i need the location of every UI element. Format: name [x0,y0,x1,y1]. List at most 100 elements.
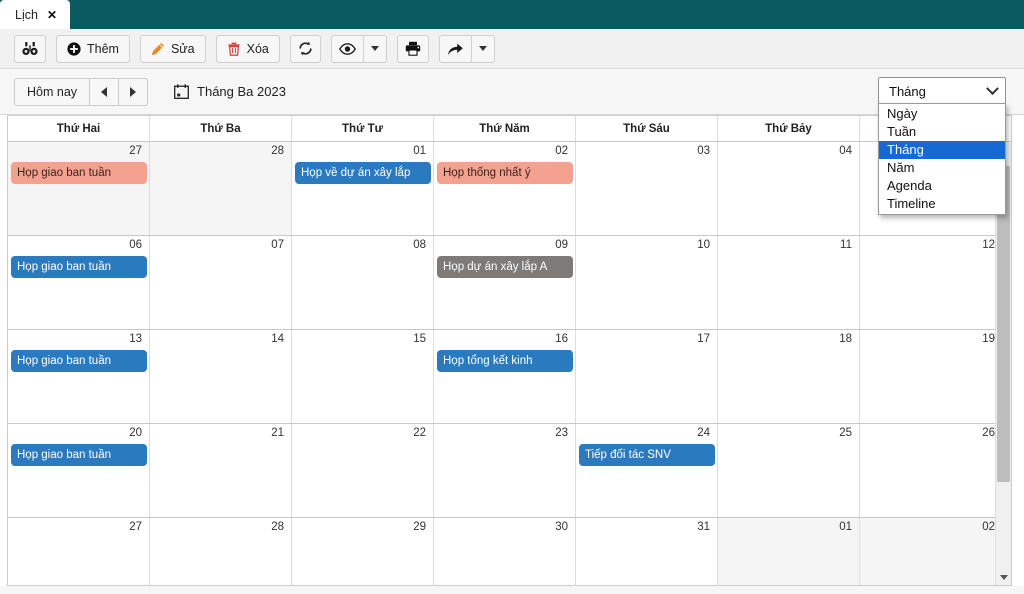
pencil-icon [151,42,165,56]
previous-period-button[interactable] [89,77,119,106]
day-cell[interactable]: 22 [292,424,434,517]
day-cell[interactable]: 25 [718,424,860,517]
day-cell[interactable]: 14 [150,330,292,423]
day-cell[interactable]: 21 [150,424,292,517]
calendar-event[interactable]: Họp giao ban tuần [11,256,147,278]
day-cell[interactable]: 19 [860,330,1002,423]
day-cell[interactable]: 29 [292,518,434,585]
print-button[interactable] [396,34,429,63]
view-option-tuần[interactable]: Tuần [879,123,1005,141]
day-number: 15 [413,333,426,345]
day-cell[interactable]: 30 [434,518,576,585]
search-button[interactable] [14,34,46,63]
view-option-ngày[interactable]: Ngày [879,105,1005,123]
calendar-event[interactable]: Họp dự án xây lắp A [437,256,573,278]
tab-lich[interactable]: Lịch ✕ [0,0,70,29]
day-number: 29 [413,521,426,533]
calendar-event[interactable]: Họp tổng kết kinh [437,350,573,372]
day-cell[interactable]: 17 [576,330,718,423]
close-icon[interactable]: ✕ [47,9,57,21]
today-button[interactable]: Hôm nay [14,77,90,106]
export-dropdown-button[interactable] [470,34,495,63]
day-number: 02 [982,521,995,533]
calendar-application: Lịch ✕ Thêm Sửa Xóa Hôm nay Tháng Ba 202… [0,0,1024,594]
day-cell[interactable]: 12 [860,236,1002,329]
day-number: 17 [697,333,710,345]
refresh-button[interactable] [289,34,321,63]
day-number: 07 [271,239,284,251]
view-option-năm[interactable]: Năm [879,159,1005,177]
calendar-navigation-bar: Hôm nay Tháng Ba 2023 Tháng Ngày Tuần Th… [0,69,1024,215]
day-cell[interactable]: 31 [576,518,718,585]
day-cell[interactable]: 08 [292,236,434,329]
calendar-event[interactable]: Tiếp đối tác SNV [579,444,715,466]
day-cell[interactable]: 16 Họp tổng kết kinh [434,330,576,423]
day-number: 18 [839,333,852,345]
caret-down-icon [370,46,379,51]
calendar-event[interactable]: Họp thống nhất ý [437,162,573,184]
chevron-right-icon [130,86,137,97]
delete-button-label: Xóa [246,41,269,56]
day-cell[interactable]: 04 [718,142,860,235]
add-button[interactable]: Thêm [56,34,130,63]
day-number: 22 [413,427,426,439]
edit-button[interactable]: Sửa [139,34,206,63]
day-cell[interactable]: 18 [718,330,860,423]
add-button-label: Thêm [87,41,119,56]
day-number: 02 [555,145,568,157]
day-cell[interactable]: 20 Họp giao ban tuần [8,424,150,517]
day-cell[interactable]: 23 [434,424,576,517]
tab-label: Lịch [15,7,38,22]
refresh-icon [298,41,313,56]
day-number: 01 [413,145,426,157]
next-period-button[interactable] [118,77,149,106]
caret-down-icon [999,574,1008,580]
view-dropdown-button[interactable] [362,34,387,63]
calendar-week-row: 20 Họp giao ban tuần 21 22 23 24 Tiếp đối tác … [8,424,1011,518]
view-button[interactable] [330,34,363,63]
weekday-header: Thứ Tư [292,116,434,141]
day-number: 26 [982,427,995,439]
calendar-event[interactable]: Họp về dự án xây lắp [295,162,431,184]
day-number: 21 [271,427,284,439]
view-mode-select[interactable]: Tháng [878,77,1006,105]
day-cell[interactable]: 01 Họp về dự án xây lắp [292,142,434,235]
scroll-down-button[interactable] [996,569,1011,585]
day-cell[interactable]: 09 Họp dự án xây lắp A [434,236,576,329]
calendar-grid: Thứ Hai Thứ Ba Thứ Tư Thứ Năm Thứ Sáu Thứ Bảy… [7,115,1012,586]
day-cell[interactable]: 06 Họp giao ban tuần [8,236,150,329]
day-cell[interactable]: 15 [292,330,434,423]
day-cell[interactable]: 01 [718,518,860,585]
view-option-tháng[interactable]: Tháng [879,141,1005,159]
caret-down-icon [478,46,487,51]
view-mode-dropdown-list[interactable]: Ngày Tuần Tháng Năm Agenda Timeline [878,103,1006,215]
calendar-icon [174,84,189,99]
day-cell[interactable]: 10 [576,236,718,329]
day-cell[interactable]: 02 [860,518,1002,585]
calendar-event[interactable]: Họp giao ban tuần [11,444,147,466]
calendar-week-row: 13 Họp giao ban tuần 14 15 16 Họp tổng kết ki… [8,330,1011,424]
view-option-timeline[interactable]: Timeline [879,195,1005,213]
day-cell[interactable]: 24 Tiếp đối tác SNV [576,424,718,517]
calendar-event[interactable]: Họp giao ban tuần [11,350,147,372]
day-number: 27 [129,521,142,533]
day-cell[interactable]: 27 [8,518,150,585]
day-cell[interactable]: 13 Họp giao ban tuần [8,330,150,423]
day-number: 14 [271,333,284,345]
day-cell[interactable]: 07 [150,236,292,329]
weekday-header-row: Thứ Hai Thứ Ba Thứ Tư Thứ Năm Thứ Sáu Thứ Bảy… [8,116,1011,142]
eye-icon [338,42,356,55]
day-cell[interactable]: 28 [150,142,292,235]
day-cell[interactable]: 26 [860,424,1002,517]
day-cell[interactable]: 03 [576,142,718,235]
day-cell[interactable]: 28 [150,518,292,585]
weekday-header: Thứ Sáu [576,116,718,141]
day-cell[interactable]: 02 Họp thống nhất ý [434,142,576,235]
calendar-event[interactable]: Họp giao ban tuần [11,162,147,184]
delete-button[interactable]: Xóa [215,34,280,63]
view-option-agenda[interactable]: Agenda [879,177,1005,195]
printer-icon [405,41,421,56]
day-cell[interactable]: 27 Họp giao ban tuần [8,142,150,235]
export-button[interactable] [438,34,471,63]
day-cell[interactable]: 11 [718,236,860,329]
